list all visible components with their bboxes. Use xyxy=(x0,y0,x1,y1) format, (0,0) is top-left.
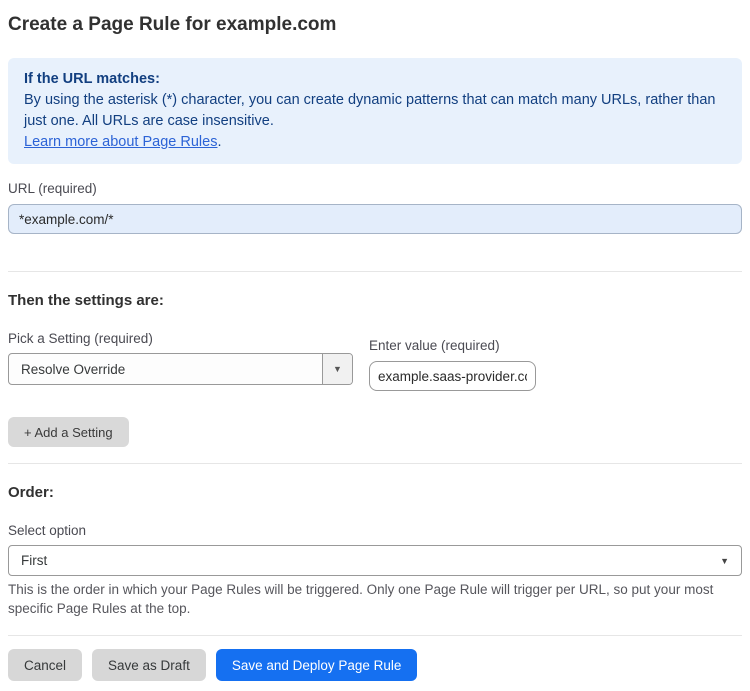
divider xyxy=(8,635,742,636)
order-select-value: First xyxy=(21,553,48,568)
order-select-label: Select option xyxy=(8,523,87,538)
setting-select-label: Pick a Setting (required) xyxy=(8,331,153,346)
link-period: . xyxy=(217,134,222,150)
setting-select[interactable]: Resolve Override ▼ xyxy=(8,353,353,385)
chevron-down-icon: ▼ xyxy=(322,354,352,384)
add-setting-button[interactable]: + Add a Setting xyxy=(8,417,129,447)
url-match-info-box: If the URL matches: By using the asteris… xyxy=(8,58,742,164)
divider xyxy=(8,271,742,272)
page-title: Create a Page Rule for example.com xyxy=(8,14,337,35)
order-section-heading: Order: xyxy=(8,484,54,501)
cancel-button[interactable]: Cancel xyxy=(8,649,83,681)
setting-select-value: Resolve Override xyxy=(21,361,126,377)
setting-value-input[interactable] xyxy=(369,361,536,391)
divider xyxy=(8,463,742,464)
value-field-label: Enter value (required) xyxy=(369,338,500,353)
settings-row: Pick a Setting (required) Resolve Overri… xyxy=(8,331,742,391)
url-field-label: URL (required) xyxy=(8,181,97,196)
learn-more-link[interactable]: Learn more about Page Rules xyxy=(24,134,217,150)
actions-row: Cancel Save as Draft Save and Deploy Pag… xyxy=(8,649,742,681)
order-select[interactable]: First ▼ xyxy=(8,545,742,576)
save-as-draft-button[interactable]: Save as Draft xyxy=(92,649,206,681)
chevron-down-icon: ▼ xyxy=(720,555,729,566)
setting-value-group: Enter value (required) xyxy=(369,331,536,391)
info-box-body: By using the asterisk (*) character, you… xyxy=(24,92,716,129)
info-box-heading: If the URL matches: xyxy=(24,71,160,87)
setting-picker-group: Pick a Setting (required) Resolve Overri… xyxy=(8,331,353,385)
info-box-link-line: Learn more about Page Rules. xyxy=(24,132,726,153)
order-help-text: This is the order in which your Page Rul… xyxy=(8,582,714,616)
save-and-deploy-button[interactable]: Save and Deploy Page Rule xyxy=(215,649,418,681)
url-input[interactable] xyxy=(8,204,742,234)
settings-section-heading: Then the settings are: xyxy=(8,292,164,309)
